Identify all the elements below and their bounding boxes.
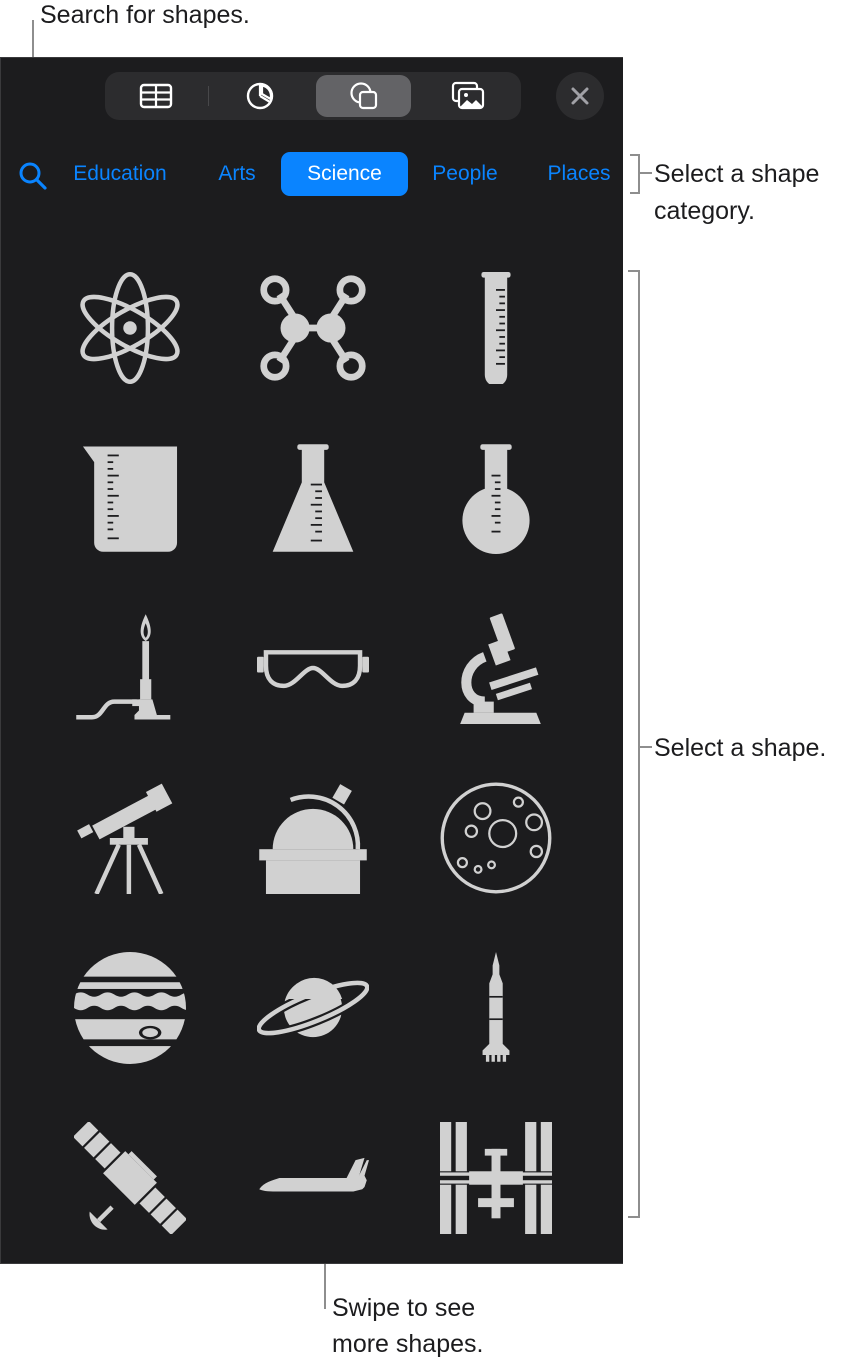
- close-icon: [571, 87, 589, 105]
- observatory-icon: [259, 784, 367, 894]
- microscope-icon: [460, 613, 541, 724]
- shape-space-station[interactable]: [436, 1118, 556, 1238]
- table-icon: [139, 83, 172, 109]
- shape-observatory[interactable]: [253, 778, 373, 898]
- shape-rocket[interactable]: [436, 948, 556, 1068]
- category-label: Science: [307, 162, 382, 185]
- category-bar: Education Arts Science People Places: [1, 152, 624, 196]
- bunsen-burner-icon: [76, 614, 171, 720]
- space-station-icon: [440, 1122, 552, 1234]
- category-label: Education: [73, 162, 167, 185]
- shape-satellite[interactable]: [70, 1118, 190, 1238]
- petri-dish-icon: [440, 782, 552, 894]
- category-label: People: [432, 162, 498, 185]
- tab-shapes[interactable]: [316, 75, 411, 117]
- segment-divider: [208, 86, 209, 106]
- round-bottom-flask-icon: [462, 444, 530, 554]
- category-callout-line1: Select a shape: [654, 160, 820, 188]
- shape-erlenmeyer-flask[interactable]: [253, 438, 373, 558]
- insert-segmented-control: [105, 72, 521, 120]
- jupiter-icon: [74, 952, 186, 1064]
- shape-round-bottom-flask[interactable]: [436, 438, 556, 558]
- shape-microscope[interactable]: [436, 608, 556, 728]
- swipe-callout-line2: more shapes.: [332, 1330, 484, 1358]
- category-places[interactable]: Places: [539, 152, 619, 196]
- shape-jupiter[interactable]: [70, 948, 190, 1068]
- category-science[interactable]: Science: [281, 152, 408, 196]
- erlenmeyer-flask-icon: [272, 444, 354, 552]
- safety-goggles-icon: [257, 650, 369, 689]
- shape-space-shuttle[interactable]: [253, 1118, 373, 1238]
- shape-petri-dish[interactable]: [436, 778, 556, 898]
- shape-test-tube[interactable]: [436, 268, 556, 388]
- search-callout: Search for shapes.: [40, 1, 250, 29]
- shape-telescope[interactable]: [70, 778, 190, 898]
- tab-chart[interactable]: [212, 75, 307, 117]
- shape-saturn[interactable]: [253, 948, 373, 1068]
- rocket-icon: [482, 952, 510, 1062]
- shapes-icon: [349, 82, 377, 110]
- category-people[interactable]: People: [423, 152, 507, 196]
- beaker-icon: [82, 446, 178, 552]
- shape-atom[interactable]: [70, 268, 190, 388]
- shape-callout-bracket: [628, 270, 640, 1218]
- category-education[interactable]: Education: [63, 152, 177, 196]
- category-callout-line2: category.: [654, 197, 755, 225]
- atom-icon: [80, 272, 180, 384]
- shape-bunsen-burner[interactable]: [70, 608, 190, 728]
- test-tube-icon: [481, 272, 511, 384]
- chart-icon: [246, 82, 273, 110]
- category-callout-bracket: [630, 154, 640, 194]
- tab-table[interactable]: [108, 75, 203, 117]
- category-label: Places: [547, 162, 611, 185]
- shape-callout-tick: [640, 746, 652, 748]
- telescope-icon: [77, 783, 173, 894]
- search-button[interactable]: [17, 160, 49, 192]
- molecule-icon: [260, 275, 366, 381]
- close-button[interactable]: [556, 72, 604, 120]
- shape-callout: Select a shape.: [654, 734, 827, 762]
- satellite-icon: [74, 1122, 186, 1234]
- search-icon: [19, 162, 47, 190]
- category-arts[interactable]: Arts: [206, 152, 268, 196]
- shape-safety-goggles[interactable]: [253, 608, 373, 728]
- space-shuttle-icon: [259, 1157, 369, 1192]
- shape-beaker[interactable]: [70, 438, 190, 558]
- media-icon: [451, 81, 484, 110]
- swipe-callout-line1: Swipe to see: [332, 1294, 476, 1322]
- saturn-icon: [257, 977, 369, 1038]
- tab-media[interactable]: [420, 75, 515, 117]
- category-label: Arts: [218, 162, 256, 185]
- category-callout-tick: [640, 172, 652, 174]
- shapes-popover: Education Arts Science People Places: [0, 57, 623, 1264]
- shape-molecule[interactable]: [253, 268, 373, 388]
